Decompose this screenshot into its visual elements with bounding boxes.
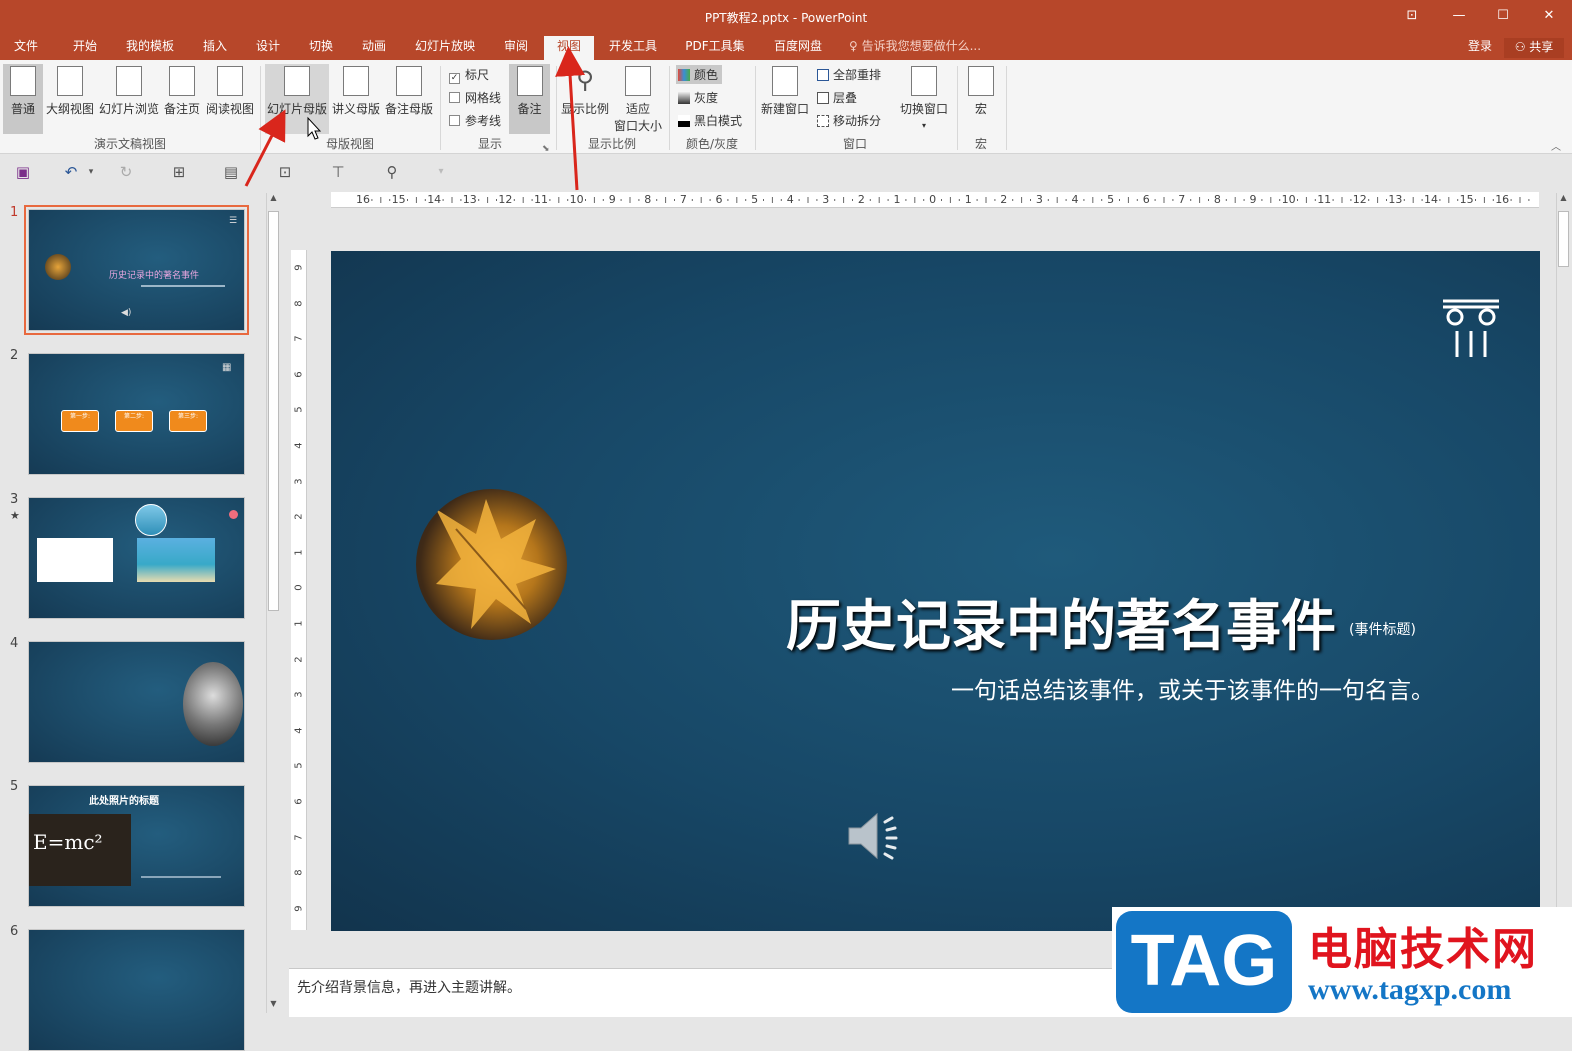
beach-circle-image [135, 504, 167, 536]
slide-thumbnail-3[interactable] [28, 497, 245, 619]
slide-thumbnail-5[interactable]: 此处照片的标题 E=mc² [28, 785, 245, 907]
ruler-tick-label: 3 [293, 477, 305, 485]
ruler-tick-label: 1 [293, 620, 305, 627]
slide-title[interactable]: 历史记录中的著名事件 [786, 581, 1336, 661]
slide-canvas[interactable]: 历史记录中的著名事件 (事件标题) 一句话总结该事件，或关于该事件的一句名言。 [331, 251, 1540, 931]
portrait-image [183, 662, 243, 746]
ruler-tick-label: 9 [293, 905, 305, 912]
slide-title-tag[interactable]: (事件标题) [1349, 619, 1416, 639]
vertical-ruler: 9876543210123456789 [291, 250, 307, 930]
column-logo-icon [1443, 299, 1499, 357]
watermark-url: www.tagxp.com [1308, 973, 1512, 1006]
arrow-to-slide-master [244, 109, 286, 187]
ruler-tick-label: 6 [293, 371, 305, 378]
watermark-site-name: 电脑技术网 [1308, 924, 1538, 975]
thumbnail-scrollbar[interactable]: ▲ ▼ [266, 193, 280, 1013]
notes-text[interactable]: 先介绍背景信息，再进入主题讲解。 [297, 977, 521, 997]
slide-number: 4 [10, 636, 19, 651]
ruler-tick-label: 2 [293, 655, 305, 663]
ruler-tick-label: 5 [293, 406, 305, 414]
ruler-tick-label: 4 [293, 727, 305, 734]
thumb-text-line [141, 876, 221, 878]
arrow-to-view-tab [555, 46, 586, 191]
ruler-tick-label: 1 [293, 549, 305, 556]
watermark-logo: TAG [1116, 911, 1292, 1013]
slide-number: 3 [10, 492, 19, 507]
animation-star-icon: ★ [10, 509, 20, 522]
ruler-tick-label: 7 [293, 335, 305, 342]
slide-subtitle[interactable]: 一句话总结该事件，或关于该事件的一句名言。 [951, 671, 1434, 705]
scroll-down-icon[interactable]: ▼ [267, 999, 280, 1011]
step-box: 第二步: [115, 410, 153, 432]
slide-scrollbar[interactable]: ▲ [1556, 193, 1570, 907]
ruler-tick-label: 0 [293, 584, 305, 592]
ruler-tick-label: 6 [293, 798, 305, 805]
step-box: 第三步: [169, 410, 207, 432]
pink-dot [229, 510, 238, 519]
leaf-image[interactable] [416, 489, 567, 640]
slide-thumbnail-4[interactable] [28, 641, 245, 763]
slide-thumbnail-2[interactable]: 第一步: 第二步: 第三步: ▦ [28, 353, 245, 475]
mouse-cursor-icon [307, 116, 322, 140]
thumb-title: 此处照片的标题 [89, 796, 159, 807]
slide-thumbnails-pane: 1 历史记录中的著名事件 ◀) ☰ 2 第一步: 第二步: 第三步: ▦ 3 ★… [0, 189, 282, 1051]
slide-number: 5 [10, 779, 19, 794]
ruler-tick-label: 2 [293, 513, 305, 520]
speaker-icon[interactable] [845, 806, 909, 866]
annotation-arrows [244, 46, 586, 191]
slide-thumbnail-6[interactable] [28, 929, 245, 1051]
step-box: 第一步: [61, 410, 99, 432]
beach-image [137, 538, 215, 582]
maple-leaf-icon [436, 499, 556, 629]
ruler-tick-label: 5 [293, 762, 305, 770]
slide-number: 2 [10, 348, 19, 363]
formula-image: E=mc² [29, 814, 131, 886]
ruler-tick-label: 7 [293, 833, 305, 841]
ruler-tick-label: 8 [293, 869, 305, 876]
speaker-icon: ◀) [121, 308, 132, 318]
ruler-tick-label: 4 [293, 442, 305, 449]
chart-image [37, 538, 113, 582]
slide-number: 6 [10, 924, 19, 939]
ruler-tick-label: 3 [293, 691, 305, 698]
watermark: TAG 电脑技术网 www.tagxp.com [1112, 907, 1572, 1017]
calendar-icon: ▦ [222, 362, 232, 373]
